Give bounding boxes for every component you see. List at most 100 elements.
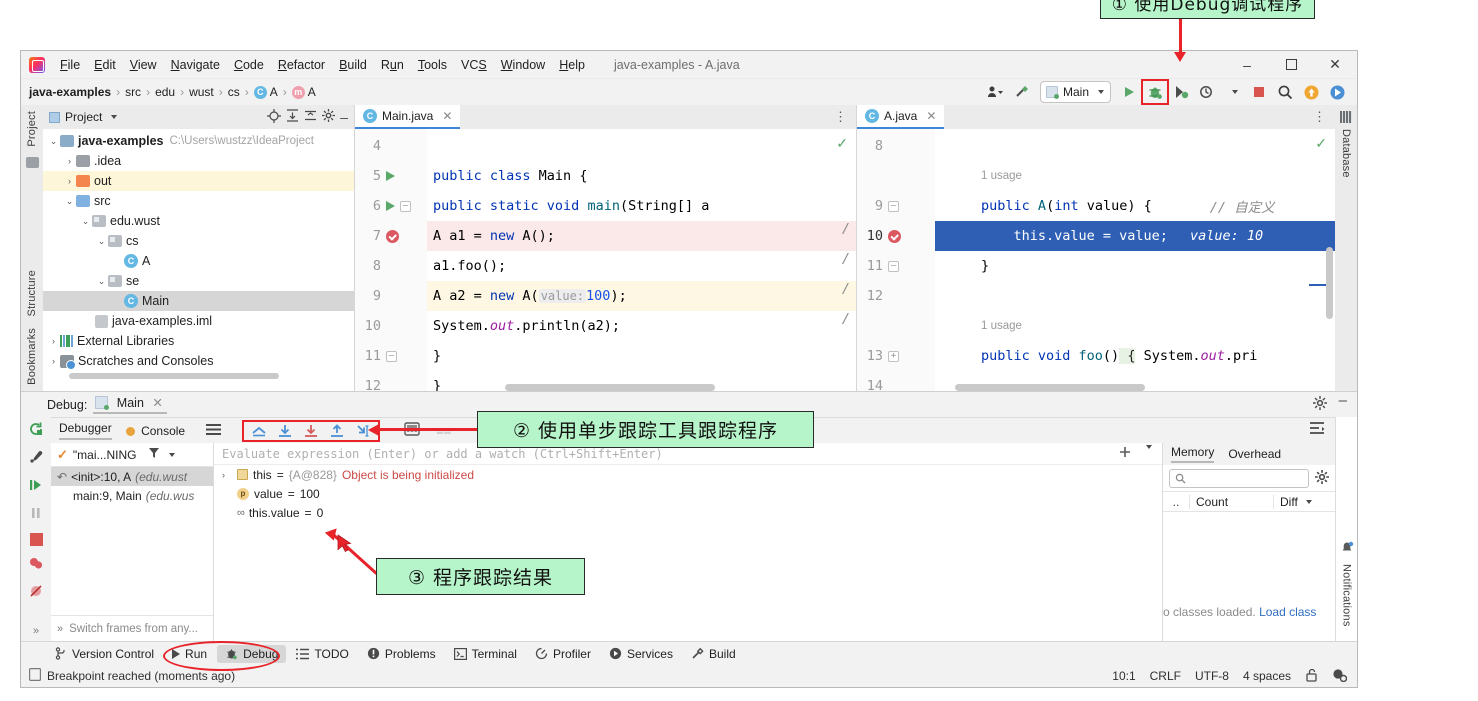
breakpoint-icon[interactable]	[888, 229, 901, 243]
tree-row-edu-wust[interactable]: ⌄ edu.wust	[43, 211, 354, 231]
layout-settings-icon[interactable]	[205, 423, 222, 439]
resume-program-icon[interactable]	[28, 477, 44, 496]
indent-setting[interactable]: 4 spaces	[1243, 669, 1291, 683]
tree-row-java-examples[interactable]: ⌄ java-examples C:\Users\wustzz\IdeaProj…	[43, 131, 354, 151]
fold-minus-icon[interactable]: –	[888, 260, 899, 272]
usage-hint[interactable]: 1 usage	[981, 320, 1022, 332]
edit-configuration-icon[interactable]	[28, 449, 44, 468]
step-into-icon[interactable]	[303, 423, 319, 439]
menu-window[interactable]: Window	[494, 55, 552, 75]
memory-col-diff[interactable]: Diff	[1273, 494, 1335, 509]
tw-services[interactable]: Services	[601, 645, 681, 663]
step-over-icon[interactable]	[277, 423, 293, 439]
build-hammer-icon[interactable]	[1010, 81, 1034, 103]
tree-row-out[interactable]: › out	[43, 171, 354, 191]
breadcrumb-item-project[interactable]: java-examples	[29, 85, 111, 99]
load-classes-link[interactable]: Load class	[1259, 605, 1316, 619]
chevron-collapsed-icon[interactable]: ›	[47, 356, 60, 366]
expand-icon[interactable]: »	[57, 623, 63, 635]
tree-row-se[interactable]: ⌄ se	[43, 271, 354, 291]
menu-run[interactable]: Run	[374, 55, 411, 75]
tree-row-iml[interactable]: java-examples.iml	[43, 311, 354, 331]
tree-row-class-main[interactable]: C Main	[43, 291, 354, 311]
fold-minus-icon[interactable]: –	[400, 200, 411, 212]
editor-options-icon[interactable]: ⋮	[834, 109, 856, 125]
breadcrumb-item-edu[interactable]: edu	[155, 85, 175, 99]
menu-navigate[interactable]: Navigate	[164, 55, 227, 75]
chevron-collapsed-icon[interactable]: ›	[63, 176, 76, 186]
menu-code[interactable]: Code	[227, 55, 271, 75]
menu-edit[interactable]: Edit	[87, 55, 123, 75]
chevron-down-icon[interactable]	[168, 452, 175, 457]
inspection-ok-icon[interactable]: ✓	[1315, 135, 1327, 152]
breadcrumb-item-cs[interactable]: cs	[228, 85, 240, 99]
tw-terminal[interactable]: Terminal	[446, 645, 525, 663]
frame-row[interactable]: main:9, Main (edu.wus	[51, 486, 213, 505]
menu-view[interactable]: View	[123, 55, 164, 75]
tree-row-cs[interactable]: ⌄ cs	[43, 231, 354, 251]
menu-vcs[interactable]: VCS	[454, 55, 494, 75]
variable-row-this-value[interactable]: ∞ this.value = 0	[214, 503, 1162, 522]
frame-row[interactable]: ↶ <init>:10, A (edu.wust	[51, 467, 213, 486]
rail-item-notifications[interactable]: Notifications	[1341, 558, 1353, 633]
switch-frames-hint[interactable]: Switch frames from any...	[69, 623, 198, 635]
stop-icon[interactable]	[29, 533, 43, 546]
tw-problems[interactable]: Problems	[359, 645, 444, 663]
memory-col-count[interactable]: Count	[1189, 494, 1273, 509]
settings-sync-icon[interactable]	[984, 81, 1008, 103]
filter-icon[interactable]	[148, 447, 160, 462]
profile-dropdown-icon[interactable]	[1221, 81, 1245, 103]
usage-hint[interactable]: 1 usage	[981, 170, 1022, 182]
tree-row-idea[interactable]: › .idea	[43, 151, 354, 171]
chevron-expanded-icon[interactable]: ⌄	[95, 276, 108, 287]
gear-icon[interactable]	[322, 109, 336, 125]
more-actions-icon[interactable]: »	[33, 625, 39, 637]
breadcrumb-item-class[interactable]: C A	[253, 85, 278, 99]
close-icon[interactable]: ✕	[152, 396, 162, 410]
tab-console[interactable]: Console	[125, 424, 185, 438]
tw-version-control[interactable]: Version Control	[47, 645, 162, 663]
gear-icon[interactable]	[1312, 396, 1327, 413]
update-project-button[interactable]	[1299, 81, 1323, 103]
inspections-icon[interactable]	[1332, 668, 1348, 685]
next-button[interactable]	[1325, 81, 1349, 103]
hide-pane-icon[interactable]: –	[1339, 393, 1347, 413]
menu-tools[interactable]: Tools	[411, 55, 454, 75]
rail-item-structure[interactable]: Structure	[26, 264, 38, 322]
tw-build[interactable]: Build	[683, 645, 744, 663]
variable-row-this[interactable]: › this = {A@828} Object is being initial…	[214, 465, 1162, 484]
view-breakpoints-icon[interactable]	[28, 555, 44, 574]
debug-session-tab[interactable]: Main ✕	[93, 395, 167, 414]
editor-vertical-scrollbar[interactable]	[1326, 247, 1333, 319]
rail-item-bookmarks[interactable]: Bookmarks	[26, 322, 38, 391]
menu-build[interactable]: Build	[332, 55, 374, 75]
tab-a-java[interactable]: C A.java ✕	[857, 105, 945, 129]
tree-row-scratches[interactable]: › Scratches and Consoles	[43, 351, 354, 371]
tw-todo[interactable]: TODO	[288, 645, 356, 663]
profile-button[interactable]	[1195, 81, 1219, 103]
chevron-collapsed-icon[interactable]: ›	[63, 156, 76, 166]
collapse-all-icon[interactable]	[304, 109, 317, 125]
run-class-icon[interactable]	[386, 171, 395, 181]
memory-search-input[interactable]	[1169, 468, 1309, 488]
unlocked-icon[interactable]	[1305, 668, 1318, 685]
menu-help[interactable]: Help	[552, 55, 592, 75]
expand-all-icon[interactable]	[286, 109, 299, 125]
run-button[interactable]	[1117, 81, 1141, 103]
stop-button[interactable]	[1247, 81, 1271, 103]
memory-col-class[interactable]: ..	[1163, 495, 1189, 509]
minimize-button[interactable]: –	[1225, 51, 1269, 78]
project-horizontal-scrollbar[interactable]	[69, 373, 279, 379]
gutter-a[interactable]: 8 9– 10 11– 12 13 + 14	[857, 129, 935, 391]
tree-row-external-libraries[interactable]: › External Libraries	[43, 331, 354, 351]
fold-minus-icon[interactable]: –	[386, 350, 397, 362]
editor-horizontal-scrollbar[interactable]	[955, 384, 1145, 391]
breadcrumb-item-wust[interactable]: wust	[189, 85, 214, 99]
settings-layout-icon[interactable]	[1309, 422, 1335, 439]
breadcrumb-item-method[interactable]: m A	[291, 85, 316, 99]
gear-icon[interactable]	[1315, 469, 1329, 487]
editor-options-icon[interactable]: ⋮	[1313, 109, 1335, 125]
breakpoint-icon[interactable]	[386, 229, 399, 243]
fold-minus-icon[interactable]: –	[888, 200, 899, 212]
code-area-a[interactable]: 8 9– 10 11– 12 13 + 14 1 usage public A …	[857, 129, 1335, 391]
